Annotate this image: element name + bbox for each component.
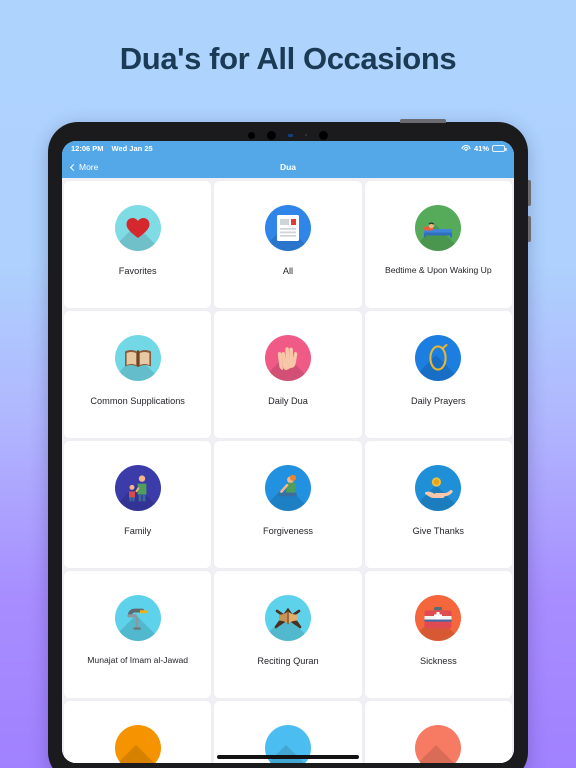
quran-stand-icon-glyph [265, 595, 311, 641]
category-label: Bedtime & Upon Waking Up [384, 265, 492, 275]
category-grid: Favorites All Bedtime & Upon Waking Up Comm… [62, 178, 514, 763]
heart-icon-glyph [115, 205, 161, 251]
praying-hands-icon-glyph [265, 335, 311, 381]
microphone-dot-icon [305, 134, 307, 136]
category-cell[interactable]: Family [64, 441, 212, 568]
kneeling-person-icon [264, 465, 311, 511]
category-grid-scroll[interactable]: Favorites All Bedtime & Upon Waking Up Comm… [62, 178, 514, 763]
camera-lens-icon [267, 130, 276, 140]
wifi-icon [461, 145, 471, 152]
home-indicator[interactable] [217, 755, 359, 759]
volume-down-button[interactable] [528, 216, 531, 242]
device-screen: 12:06 PM Wed Jan 25 41% More Dua Favorit… [62, 141, 514, 763]
status-bar-time: 12:06 PM [71, 144, 104, 153]
page-title: Dua [279, 162, 297, 172]
proximity-sensor-icon [319, 130, 328, 140]
status-bar-left: 12:06 PM Wed Jan 25 [71, 144, 153, 153]
category-label: All [282, 266, 294, 276]
category-label: Common Supplications [90, 396, 185, 406]
category-cell[interactable]: Favorites [64, 181, 212, 308]
category-cell[interactable]: Daily Prayers [364, 311, 512, 438]
quran-stand-icon [264, 595, 311, 641]
battery-percent-label: 41% [473, 144, 489, 153]
partial-icon-salmon [415, 725, 462, 763]
category-cell[interactable]: Sickness [364, 571, 512, 698]
category-label: Munajat of Imam al-Jawad [87, 655, 189, 665]
prayer-beads-icon [415, 335, 462, 381]
status-bar-date: Wed Jan 25 [111, 144, 153, 153]
category-label: Give Thanks [412, 526, 465, 536]
volume-up-button[interactable] [528, 180, 531, 206]
category-label: Sickness [419, 656, 457, 666]
open-book-icon [114, 335, 161, 381]
category-label: Forgiveness [262, 526, 314, 536]
hand-coin-icon-glyph [415, 465, 461, 511]
first-aid-kit-icon [415, 595, 462, 641]
partial-icon-salmon-glyph [415, 725, 461, 763]
category-cell[interactable]: Give Thanks [364, 441, 512, 568]
family-icon [114, 465, 161, 511]
category-cell[interactable]: Bedtime & Upon Waking Up [364, 181, 512, 308]
prayer-beads-icon-glyph [415, 335, 461, 381]
category-cell[interactable]: Common Supplications [64, 311, 212, 438]
open-book-icon-glyph [115, 335, 161, 381]
praying-hands-icon [264, 335, 311, 381]
camera-dot-icon [248, 131, 255, 139]
partial-icon-orange-glyph [115, 725, 161, 763]
sleeping-bed-icon-glyph [415, 205, 461, 251]
status-bar-right: 41% [461, 144, 507, 153]
water-tap-icon-glyph [115, 595, 161, 641]
category-label: Family [124, 526, 152, 536]
back-button[interactable]: More [69, 162, 99, 172]
category-cell[interactable] [364, 701, 512, 763]
category-cell[interactable]: Munajat of Imam al-Jawad [64, 571, 212, 698]
app-nav-bar: More Dua [62, 156, 514, 178]
family-icon-glyph [115, 465, 161, 511]
kneeling-person-icon-glyph [265, 465, 311, 511]
back-button-label: More [79, 162, 99, 172]
category-cell[interactable]: All [214, 181, 362, 308]
ios-status-bar: 12:06 PM Wed Jan 25 41% [62, 141, 514, 156]
battery-icon [492, 145, 507, 152]
ipad-device-frame: 12:06 PM Wed Jan 25 41% More Dua Favorit… [48, 119, 531, 768]
category-cell[interactable] [64, 701, 212, 763]
heart-icon [114, 205, 161, 251]
hand-coin-icon [415, 465, 462, 511]
category-label: Favorites [118, 266, 157, 276]
category-cell[interactable]: Daily Dua [214, 311, 362, 438]
category-cell[interactable]: Reciting Quran [214, 571, 362, 698]
category-label: Reciting Quran [257, 656, 319, 666]
first-aid-kit-icon-glyph [415, 595, 461, 641]
category-cell[interactable] [214, 701, 362, 763]
category-label: Daily Dua [268, 396, 308, 406]
marketing-headline: Dua's for All Occasions [0, 0, 576, 118]
chevron-left-icon [69, 163, 78, 171]
device-sensor-array [48, 129, 528, 141]
power-button[interactable] [400, 119, 446, 123]
sleeping-bed-icon [415, 205, 462, 251]
category-cell[interactable]: Forgiveness [214, 441, 362, 568]
headline-text: Dua's for All Occasions [119, 41, 457, 76]
document-icon-glyph [265, 205, 311, 251]
document-icon [264, 205, 311, 251]
sensor-indicator-icon [288, 133, 293, 137]
water-tap-icon [114, 595, 161, 641]
partial-icon-orange [114, 725, 161, 763]
category-label: Daily Prayers [411, 396, 466, 406]
